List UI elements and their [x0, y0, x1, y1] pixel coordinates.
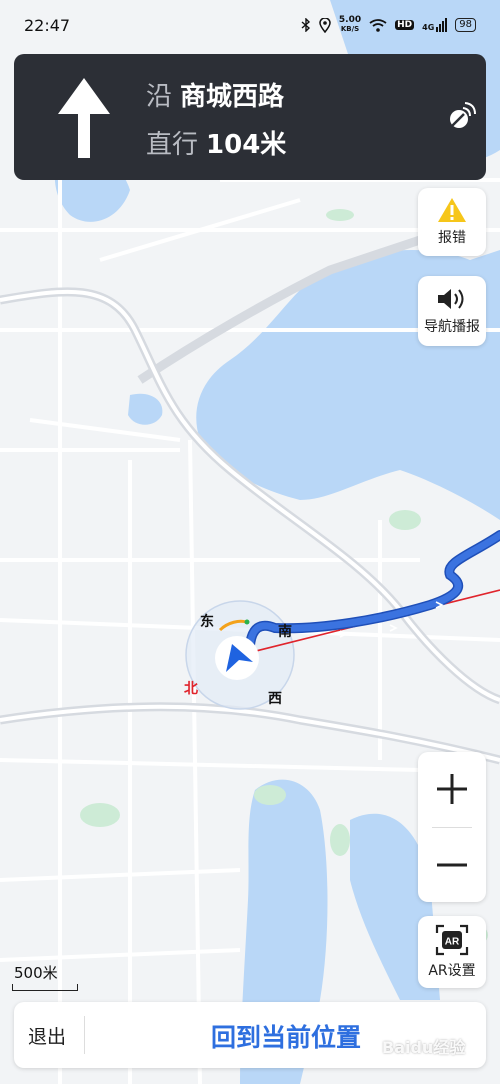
guidance-distance-line: 直行 104米	[146, 124, 286, 161]
bluetooth-icon	[301, 18, 310, 32]
compass-south-label: 南	[278, 624, 292, 640]
signal-label: 4G	[422, 23, 435, 32]
signal-icon: 4G	[422, 18, 448, 32]
zoom-in-button[interactable]	[418, 752, 486, 826]
straight-arrow-icon	[58, 78, 110, 158]
ar-settings-button[interactable]: AR AR设置	[418, 916, 486, 988]
compass-west-label: 西	[268, 691, 282, 707]
plus-icon	[437, 774, 467, 804]
warning-icon	[438, 198, 466, 222]
net-speed-value: 5.00	[338, 15, 362, 25]
bottom-divider	[84, 1016, 85, 1054]
zoom-out-button[interactable]	[418, 828, 486, 902]
compass-east-label: 东	[200, 614, 214, 630]
ar-camera-icon: AR	[435, 924, 469, 956]
voice-broadcast-label: 导航播报	[424, 319, 480, 335]
wifi-icon	[369, 18, 387, 32]
gps-signal-icon[interactable]	[444, 100, 478, 134]
scale-label: 500米	[14, 964, 58, 982]
ar-badge-text: AR	[445, 937, 460, 948]
net-speed: 5.00 KB/S	[339, 16, 361, 34]
guidance-road-line: 沿商城西路	[146, 76, 284, 113]
hd-badge: HD	[395, 20, 415, 30]
location-icon	[319, 17, 331, 33]
compass-north-label: 北	[184, 681, 198, 697]
report-error-label: 报错	[438, 230, 466, 246]
ar-settings-label: AR设置	[428, 963, 476, 979]
status-bar: 22:47 5.00 KB/S HD 4G 98	[0, 0, 500, 50]
scale-bar	[12, 984, 78, 991]
report-error-button[interactable]: 报错	[418, 188, 486, 256]
along-label: 沿	[146, 82, 173, 112]
watermark: Baidu经验	[382, 1038, 466, 1057]
speaker-icon	[438, 289, 464, 309]
status-time: 22:47	[24, 15, 71, 35]
voice-broadcast-button[interactable]: 导航播报	[418, 276, 486, 346]
battery-icon: 98	[455, 18, 476, 32]
net-speed-unit: KB/S	[340, 25, 360, 33]
zoom-control	[418, 752, 486, 902]
distance-value: 104米	[206, 130, 287, 160]
guidance-card[interactable]: 沿商城西路 直行 104米	[14, 54, 486, 180]
exit-button[interactable]: 退出	[28, 1022, 66, 1049]
action-label: 直行	[146, 130, 199, 160]
minus-icon	[437, 863, 467, 867]
road-name: 商城西路	[180, 82, 285, 112]
